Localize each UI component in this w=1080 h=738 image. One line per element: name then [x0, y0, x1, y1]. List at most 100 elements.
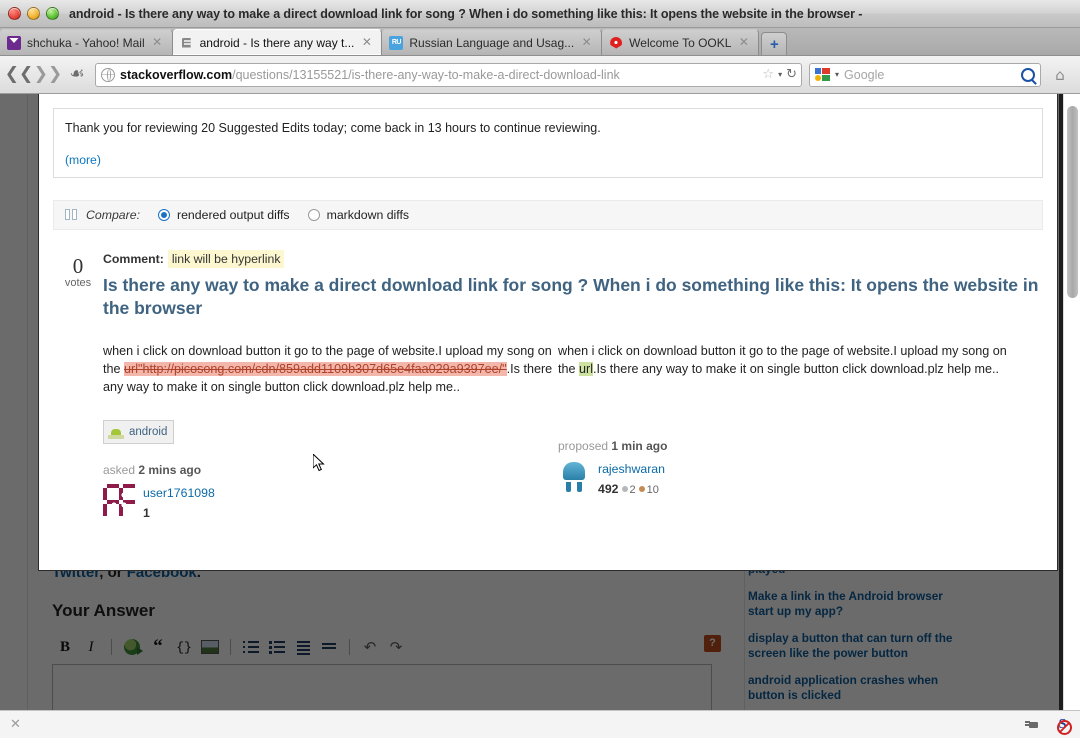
search-input[interactable]: Google [844, 68, 1016, 82]
browser-tab-russian-language[interactable]: RU Russian Language and Usag... ✕ [382, 29, 603, 55]
page-viewport: Twitter, or Facebook. Your Answer B I “ … [0, 94, 1080, 710]
window-controls [8, 7, 59, 20]
ru-stackexchange-icon: RU [389, 35, 404, 50]
radio-label: rendered output diffs [177, 208, 290, 222]
numbered-list-icon [243, 640, 259, 654]
related-questions-sidebar: played Make a link in the Android browse… [748, 562, 958, 710]
radio-markdown-diffs[interactable]: markdown diffs [307, 208, 409, 222]
url-text: stackoverflow.com/questions/13155521/is-… [120, 68, 757, 82]
navigation-toolbar: ❮❮ ❯❯ ☙ stackoverflow.com/questions/1315… [0, 56, 1080, 94]
browser-tab-stackoverflow[interactable]: android - Is there any way t... ✕ [172, 29, 383, 55]
link-button[interactable] [119, 635, 145, 659]
comment-value: link will be hyperlink [167, 250, 285, 268]
review-post: 0 votes Comment: link will be hyperlink I… [53, 250, 1043, 522]
url-path: /questions/13155521/is-there-any-way-to-… [232, 67, 620, 82]
status-bar: ✕ S [0, 710, 1080, 738]
compare-label: Compare: [86, 208, 140, 222]
related-link[interactable]: display a button that can turn off the s… [748, 631, 958, 662]
close-window-button[interactable] [8, 7, 21, 20]
diff-deleted-text: url"http://picosong.com/cdn/859add1109b3… [124, 362, 507, 376]
tab-strip: shchuka - Yahoo! Mail ✕ android - Is the… [0, 28, 1080, 56]
bold-button[interactable]: B [52, 635, 78, 659]
meta-time-value: 1 min ago [611, 439, 668, 453]
radio-button[interactable] [158, 209, 170, 221]
vote-count: 0 [72, 254, 84, 278]
post-meta-proposed-column: proposed 1 min ago rajeshwaran 492 2 10 [558, 396, 828, 522]
blockquote-button[interactable]: “ [145, 635, 171, 659]
image-button[interactable] [197, 635, 223, 659]
notice-more-link[interactable]: (more) [65, 153, 1031, 167]
meta-timestamp: proposed 1 min ago [558, 437, 828, 455]
notice-text: Thank you for reviewing 20 Suggested Edi… [65, 121, 601, 135]
close-icon[interactable]: ✕ [580, 36, 593, 49]
answer-textarea[interactable] [52, 664, 712, 710]
identicon-avatar[interactable] [103, 484, 135, 516]
code-button[interactable]: {} [171, 635, 197, 659]
close-icon[interactable]: ✕ [360, 36, 373, 49]
noscript-icon[interactable]: S [1055, 717, 1072, 735]
search-icon[interactable] [1021, 67, 1035, 82]
radio-button[interactable] [307, 209, 320, 221]
scrollbar-thumb[interactable] [1067, 106, 1078, 298]
user-name-link[interactable]: user1761098 [143, 486, 215, 500]
related-link[interactable]: android application crashes when button … [748, 673, 958, 704]
user-name-link[interactable]: rajeshwaran [598, 462, 665, 476]
undo-button[interactable]: ↶ [357, 635, 383, 659]
heading-icon [295, 640, 311, 654]
your-answer-heading: Your Answer [52, 601, 155, 620]
vote-label: votes [64, 277, 92, 289]
diff-text-after: .Is there any way to make it on single b… [593, 362, 1000, 376]
android-avatar[interactable] [558, 460, 590, 492]
home-icon[interactable]: ⌂ [1048, 63, 1072, 87]
window-title: android - Is there any way to make a dir… [69, 6, 863, 21]
answer-editor-toolbar: B I “ {} ↶ ↷ [52, 634, 712, 660]
vertical-scrollbar[interactable] [1063, 94, 1080, 710]
redo-button[interactable]: ↷ [383, 635, 409, 659]
chevron-down-icon[interactable]: ▾ [835, 70, 839, 79]
edit-comment-row: Comment: link will be hyperlink [103, 250, 1043, 268]
bulleted-list-button[interactable] [264, 635, 290, 659]
forward-arrow-icon[interactable]: ❯❯ [34, 64, 63, 86]
user-reputation: 1 [143, 506, 150, 520]
browser-tab-yahoo-mail[interactable]: shchuka - Yahoo! Mail ✕ [0, 29, 173, 55]
diff-grid: when i click on download button it go to… [103, 342, 1043, 396]
italic-button[interactable]: I [78, 635, 104, 659]
image-icon [201, 640, 219, 654]
tab-label: Welcome To OOKL [629, 35, 732, 50]
user-card: user1761098 1 [103, 484, 558, 522]
yahoo-mail-icon [7, 35, 21, 50]
radio-rendered-output-diffs[interactable]: rendered output diffs [158, 208, 290, 222]
maximize-window-button[interactable] [46, 7, 59, 20]
related-link[interactable]: Make a link in the Android browser start… [748, 589, 958, 620]
search-bar[interactable]: ▾ Google [809, 62, 1041, 87]
toolbar-divider [111, 639, 112, 655]
address-bar[interactable]: stackoverflow.com/questions/13155521/is-… [95, 62, 802, 87]
question-title[interactable]: Is there any way to make a direct downlo… [103, 274, 1043, 320]
diff-column-proposed: when i click on download button it go to… [558, 342, 1013, 396]
toolbar-divider [230, 639, 231, 655]
minimize-window-button[interactable] [27, 7, 40, 20]
tag-android[interactable]: android [103, 420, 175, 444]
chevron-down-icon[interactable]: ▾ [778, 70, 782, 79]
new-tab-button[interactable]: + [761, 32, 788, 55]
stackoverflow-icon [180, 36, 194, 50]
plug-icon[interactable] [1025, 718, 1041, 732]
bronze-badge-icon [638, 486, 645, 492]
reload-icon[interactable]: ↻ [786, 67, 797, 82]
editor-help-button[interactable]: ? [704, 635, 721, 652]
close-icon[interactable]: ✕ [737, 36, 750, 49]
bookmark-star-icon[interactable]: ☆ [762, 67, 774, 82]
comment-label: Comment: [103, 252, 164, 266]
toolbar-divider [349, 639, 350, 655]
numbered-list-button[interactable] [238, 635, 264, 659]
back-arrow-icon[interactable]: ❮❮ [5, 64, 34, 86]
shield-icon[interactable]: ☙ [66, 64, 88, 86]
close-icon[interactable]: ✕ [151, 36, 164, 49]
post-meta-original: asked 2 mins ago user1761098 1 [103, 461, 558, 522]
browser-tab-ookl[interactable]: Welcome To OOKL ✕ [602, 29, 760, 55]
horizontal-rule-button[interactable] [316, 635, 342, 659]
tag-row: android [103, 420, 558, 444]
close-icon[interactable]: ✕ [10, 717, 21, 732]
heading-button[interactable] [290, 635, 316, 659]
android-robot-icon [108, 426, 124, 439]
